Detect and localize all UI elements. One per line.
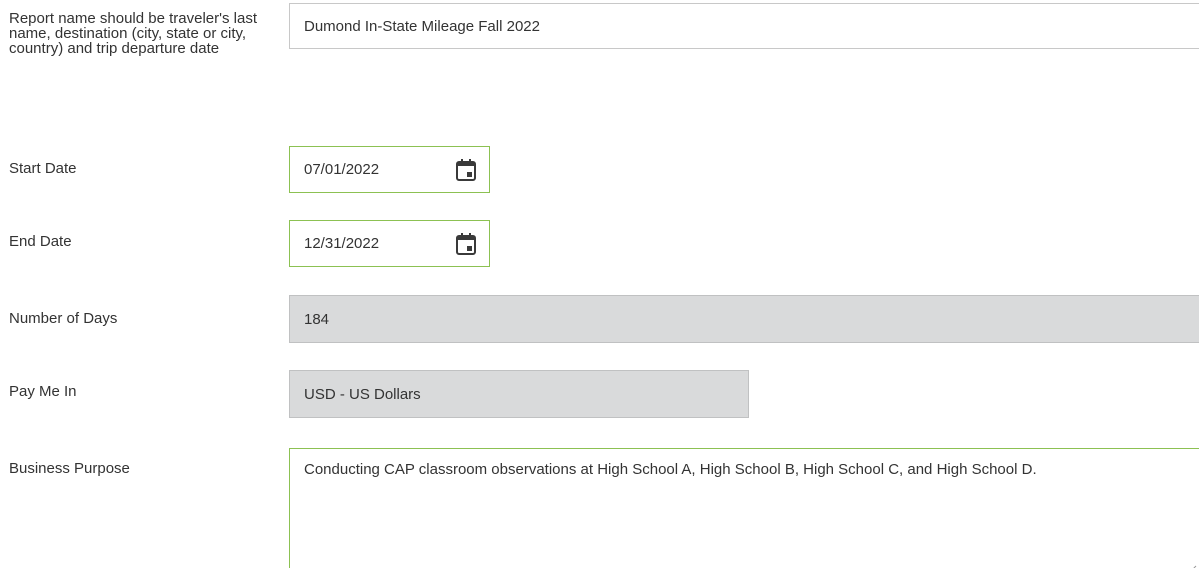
business-purpose-value: Conducting CAP classroom observations at… [304, 461, 1037, 478]
end-date-input[interactable]: 12/31/2022 [289, 220, 490, 267]
resize-grip-icon[interactable] [1189, 558, 1197, 568]
end-date-label: End Date [9, 233, 72, 250]
calendar-icon[interactable] [455, 232, 477, 256]
pay-me-in-label: Pay Me In [9, 383, 77, 400]
report-name-label: Report name should be traveler's last na… [9, 10, 257, 57]
number-of-days-field: 184 [289, 295, 1199, 343]
report-name-input[interactable]: Dumond In-State Mileage Fall 2022 [289, 3, 1199, 49]
report-header-form: Report name should be traveler's last na… [0, 0, 1199, 568]
start-date-input[interactable]: 07/01/2022 [289, 146, 490, 193]
business-purpose-textarea[interactable]: Conducting CAP classroom observations at… [289, 448, 1199, 568]
end-date-value: 12/31/2022 [304, 235, 380, 252]
start-date-value: 07/01/2022 [304, 161, 380, 178]
pay-me-in-value: USD - US Dollars [304, 385, 421, 403]
pay-me-in-field: USD - US Dollars [289, 370, 749, 418]
business-purpose-label: Business Purpose [9, 460, 130, 477]
start-date-label: Start Date [9, 160, 77, 177]
calendar-icon[interactable] [455, 158, 477, 182]
report-name-value: Dumond In-State Mileage Fall 2022 [304, 17, 540, 35]
number-of-days-value: 184 [304, 310, 330, 328]
number-of-days-label: Number of Days [9, 310, 118, 327]
